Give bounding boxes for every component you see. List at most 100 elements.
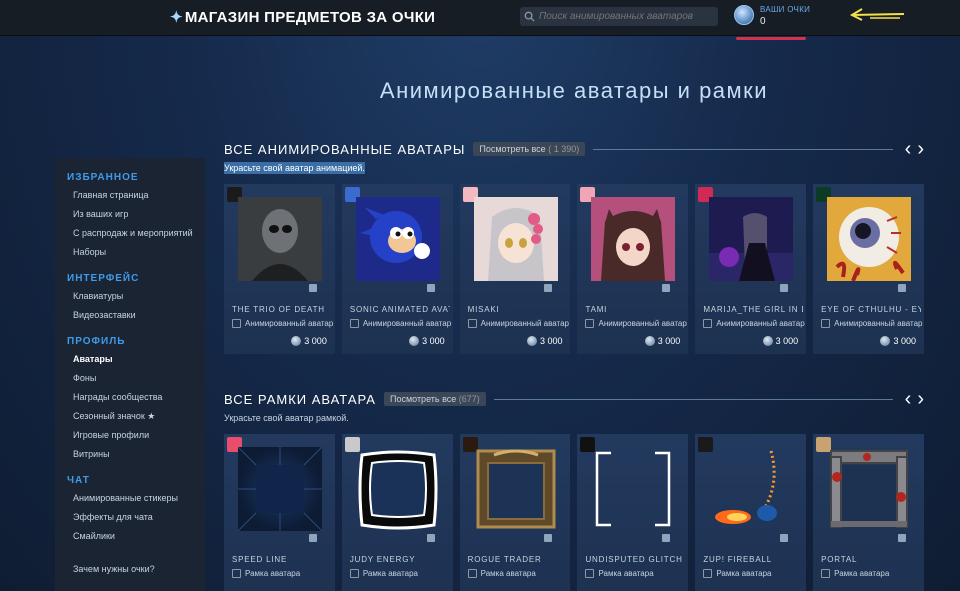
preview-icon[interactable]: [544, 284, 553, 292]
preview-icon[interactable]: [662, 534, 671, 542]
avatars-view-all-button[interactable]: Посмотреть все ( 1 390): [473, 142, 586, 156]
item-type-icon: [585, 319, 595, 328]
points-coin-icon: [409, 336, 420, 346]
chevron-right-icon[interactable]: ›: [917, 389, 924, 409]
points-value: 0: [760, 16, 766, 27]
sidebar-section-title: ПРОФИЛЬ: [67, 336, 126, 347]
frame-card[interactable]: PORTAL Рамка аватара: [813, 434, 924, 591]
frame-image: [474, 447, 558, 531]
avatars-section-title: ВСЕ АНИМИРОВАННЫЕ АВАТАРЫ: [224, 141, 466, 157]
sidebar-item[interactable]: Клавиатуры: [55, 287, 205, 306]
preview-icon[interactable]: [662, 284, 671, 292]
item-price: 3 000: [409, 336, 445, 346]
frames-view-all-button[interactable]: Посмотреть все (677): [383, 392, 486, 406]
points-underline: [736, 37, 806, 40]
item-type: Рамка аватара: [703, 569, 771, 578]
search-box[interactable]: [520, 7, 718, 26]
sidebar-item[interactable]: Из ваших игр: [55, 205, 205, 224]
item-name: MARIJA_THE GIRL IN BLACK: [703, 305, 803, 314]
sidebar-item[interactable]: Смайлики: [55, 527, 205, 546]
avatar-card[interactable]: MARIJA_THE GIRL IN BLACK Анимированный а…: [695, 184, 807, 354]
item-type-icon: [821, 319, 831, 328]
steam-points-icon: [734, 5, 754, 25]
preview-icon[interactable]: [426, 534, 435, 542]
sidebar-item[interactable]: Витрины: [55, 445, 205, 464]
item-type-icon: [349, 569, 359, 578]
sidebar-item[interactable]: Игровые профили: [55, 426, 205, 445]
sparkle-icon: ✦: [170, 9, 183, 26]
preview-icon[interactable]: [308, 284, 317, 292]
avatar-image: [591, 197, 676, 281]
preview-icon[interactable]: [780, 284, 789, 292]
points-coin-icon: [762, 336, 773, 346]
frame-card[interactable]: ZUP! FIREBALL Рамка аватара: [695, 434, 807, 591]
item-name: TAMI: [585, 305, 608, 314]
sidebar-item[interactable]: Видеозаставки: [55, 306, 205, 325]
avatar-card[interactable]: EYE OF CTHULHU - EYE Анимированный авата…: [813, 184, 924, 354]
avatar-image: [827, 197, 912, 282]
sidebar: ИЗБРАННОЕ Главная страница Из ваших игр С р…: [55, 158, 205, 591]
item-name: MISAKI: [467, 305, 500, 314]
points-balance[interactable]: ВАШИ ОЧКИ 0: [734, 5, 810, 27]
avatar-card[interactable]: THE TRIO OF DEATH Анимированный аватар 3…: [224, 184, 335, 354]
item-type-icon: [467, 319, 477, 328]
preview-icon[interactable]: [897, 534, 906, 542]
preview-icon[interactable]: [426, 284, 435, 292]
item-type-icon: [467, 569, 477, 578]
item-type: Рамка аватара: [467, 569, 536, 578]
preview-icon[interactable]: [308, 534, 317, 542]
frame-image: [709, 447, 793, 531]
frame-card[interactable]: UNDISPUTED GLITCH Рамка аватара: [577, 434, 689, 591]
avatar-image: [473, 197, 558, 281]
frames-section-title: ВСЕ РАМКИ АВАТАРА: [224, 391, 376, 407]
preview-icon[interactable]: [897, 284, 906, 292]
avatar-image: [709, 197, 794, 281]
item-type: Анимированный аватар: [585, 319, 687, 328]
item-name: ROGUE TRADER: [467, 555, 542, 564]
sidebar-item[interactable]: Эффекты для чата: [55, 508, 205, 527]
item-price: 3 000: [880, 336, 916, 346]
item-type-icon: [703, 569, 713, 578]
points-coin-icon: [291, 336, 302, 346]
search-input[interactable]: [539, 11, 709, 22]
sidebar-item[interactable]: Сезонный значок ★: [55, 407, 205, 426]
sidebar-section-title: ИНТЕРФЕЙС: [67, 273, 140, 284]
page-title: Анимированные аватары и рамки: [379, 78, 769, 103]
preview-icon[interactable]: [544, 534, 553, 542]
frame-card[interactable]: ROGUE TRADER Рамка аватара: [459, 434, 571, 591]
preview-icon[interactable]: [780, 534, 789, 542]
store-title[interactable]: ✦ МАГАЗИН ПРЕДМЕТОВ ЗА ОЧКИ: [170, 8, 435, 26]
sidebar-item[interactable]: Анимированные стикеры: [55, 489, 205, 508]
sidebar-section-title: ЧАТ: [67, 475, 90, 486]
sidebar-item[interactable]: Наборы: [55, 243, 205, 262]
divider: [493, 398, 893, 400]
chevron-left-icon[interactable]: ‹: [905, 139, 912, 159]
item-name: EYE OF CTHULHU - EYE: [821, 305, 922, 314]
frame-card[interactable]: SPEED LINE Рамка аватара: [224, 434, 335, 591]
frames-section: ВСЕ РАМКИ АВАТАРА Посмотреть все (677) ‹…: [224, 389, 924, 591]
sidebar-item[interactable]: Фоны: [55, 369, 205, 388]
chevron-left-icon[interactable]: ‹: [905, 389, 912, 409]
frame-image: [237, 446, 323, 532]
item-type-icon: [232, 319, 241, 328]
frame-image: [591, 447, 675, 531]
sidebar-item[interactable]: Аватары: [55, 350, 205, 369]
avatar-card[interactable]: MISAKI Анимированный аватар 3 000: [459, 184, 571, 354]
item-type-icon: [703, 319, 713, 328]
item-price: 3 000: [526, 336, 562, 346]
frame-card[interactable]: JUDY ENERGY Рамка аватара: [341, 434, 453, 591]
why-points-link[interactable]: Зачем нужны очки?: [55, 560, 205, 579]
sidebar-item[interactable]: Главная страница: [55, 186, 205, 205]
item-type: Анимированный аватар: [703, 319, 805, 328]
sidebar-item[interactable]: Награды сообщества: [55, 388, 205, 407]
frame-image: [356, 447, 440, 531]
avatar-card[interactable]: TAMI Анимированный аватар 3 000: [577, 184, 689, 354]
item-type-icon: [821, 569, 831, 578]
avatar-card[interactable]: SONIC ANIMATED AVATAR Анимированный ават…: [341, 184, 453, 354]
sidebar-item[interactable]: С распродаж и мероприятий: [55, 224, 205, 243]
chevron-right-icon[interactable]: ›: [917, 139, 924, 159]
item-name: PORTAL: [821, 555, 858, 564]
points-label: ВАШИ ОЧКИ: [760, 5, 811, 14]
item-name: UNDISPUTED GLITCH: [585, 555, 683, 564]
frame-image: [827, 447, 911, 531]
